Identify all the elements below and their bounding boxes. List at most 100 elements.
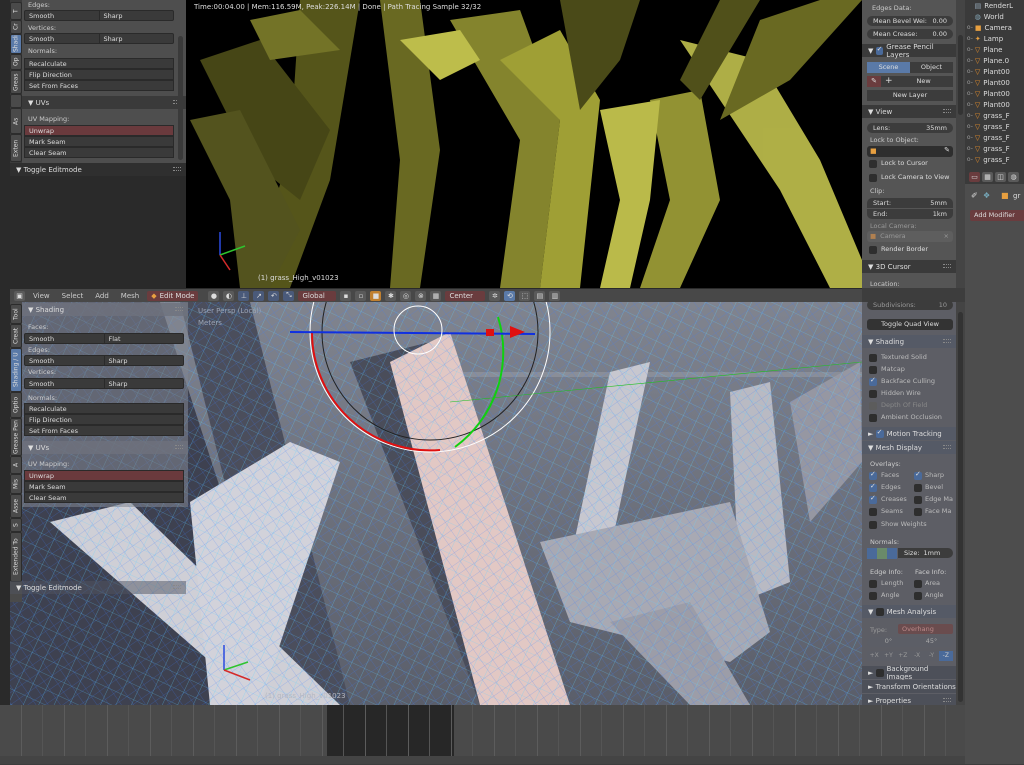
expand-toggle-icon[interactable]: o-	[965, 68, 973, 75]
axis-nz-button[interactable]: -Z	[938, 651, 953, 661]
outliner-item[interactable]: o- ▽ Plant00	[965, 77, 1010, 88]
drag-grip-icon[interactable]	[175, 445, 183, 449]
viewport-shading-icon[interactable]: ●	[208, 290, 220, 301]
mesh-display-header[interactable]: ▼ Mesh Display	[862, 441, 956, 454]
outliner-item[interactable]: o- ▽ grass_F	[965, 143, 1010, 154]
expand-toggle-icon[interactable]: o-	[965, 134, 973, 141]
tab-shading[interactable]: Shadi	[10, 34, 22, 54]
set-from-faces-button[interactable]: Set From Faces	[24, 80, 174, 91]
expand-toggle-icon[interactable]	[965, 13, 973, 20]
outliner-item[interactable]: o- ▽ Plant00	[965, 88, 1010, 99]
outliner-item[interactable]: o- ▽ grass_F	[965, 132, 1010, 143]
mean-crease-field[interactable]: Mean Crease: 0.00	[867, 29, 953, 39]
world-tab-icon[interactable]: ◍	[1008, 172, 1019, 182]
unwrap-button[interactable]: Unwrap	[24, 125, 174, 136]
editor-type-icon[interactable]: ▭	[969, 172, 980, 182]
edge-length-checkbox[interactable]	[869, 580, 877, 588]
tab-create[interactable]: Creat	[10, 324, 22, 348]
tab-blank[interactable]	[10, 94, 22, 108]
faces-flat-button[interactable]: Flat	[105, 334, 184, 343]
outliner-item[interactable]: ▤ RenderL	[965, 0, 1013, 11]
recalculate-button[interactable]: Recalculate	[24, 58, 174, 69]
outliner-item[interactable]: o- ▽ grass_F	[965, 154, 1010, 165]
outliner-item[interactable]: o- ▽ grass_F	[965, 110, 1010, 121]
overlay-bevel-checkbox[interactable]	[914, 484, 922, 492]
shading-panel-header[interactable]: ▼ Shading	[22, 303, 188, 316]
vertex-select-icon[interactable]: ▪	[340, 290, 352, 301]
tab-options[interactable]: Op	[10, 54, 22, 70]
outliner-item[interactable]: o- ▽ grass_F	[965, 121, 1010, 132]
hidden-wire-checkbox[interactable]	[869, 390, 877, 398]
vertices-sharp-button[interactable]: Sharp	[100, 34, 174, 43]
clear-icon[interactable]: ×	[944, 231, 949, 242]
face-normals-icon[interactable]	[887, 548, 897, 559]
tab-assets[interactable]: As	[10, 108, 22, 134]
vertices-smooth-button[interactable]: Smooth	[25, 34, 100, 43]
outliner-item[interactable]: ◍ World	[965, 11, 1004, 22]
rotate-icon[interactable]: ↶	[268, 290, 280, 301]
matcap-checkbox[interactable]	[869, 366, 877, 374]
bottom-panel-scrollbar[interactable]	[958, 312, 963, 702]
toggle-editmode-header[interactable]: ▼ Toggle Editmode	[10, 163, 186, 176]
scale-icon[interactable]: ⤡	[283, 290, 295, 301]
tab-shading-uv[interactable]: Shading / U	[10, 348, 22, 392]
flip-direction-button[interactable]: Flip Direction	[24, 414, 184, 425]
grease-pencil-layers-header[interactable]: ▼ Grease Pencil Layers	[862, 43, 956, 59]
shading-panel-header[interactable]: ▼ Shading	[862, 335, 956, 348]
panel-scrollbar[interactable]	[178, 36, 183, 160]
menu-select[interactable]: Select	[58, 292, 88, 300]
opengl-animation-icon[interactable]: ▥	[549, 290, 561, 301]
tab-s[interactable]: S	[10, 518, 22, 532]
tab-grease-pencil[interactable]: Greas	[10, 70, 22, 94]
vertices-smooth-button[interactable]: Smooth	[25, 379, 105, 388]
toggle-editmode-header[interactable]: ▼ Toggle Editmode	[10, 581, 186, 594]
tab-tool[interactable]: Tool	[10, 304, 22, 324]
axis-px-button[interactable]: +X	[867, 651, 882, 661]
expand-toggle-icon[interactable]: o-	[965, 90, 973, 97]
overlay-edge-marks-checkbox[interactable]	[914, 496, 922, 504]
motion-tracking-checkbox[interactable]	[875, 428, 884, 438]
face-area-checkbox[interactable]	[914, 580, 922, 588]
timeline-scrollbar[interactable]	[0, 756, 965, 764]
mode-selector[interactable]: ◆ Edit Mode	[147, 290, 199, 301]
overlay-edges-checkbox[interactable]	[869, 482, 877, 492]
vertex-normals-icon[interactable]	[867, 548, 877, 559]
add-modifier-button[interactable]: Add Modifier	[970, 210, 1024, 221]
snap-toggle-icon[interactable]: ⊗	[415, 290, 427, 301]
drag-grip-icon[interactable]	[173, 585, 181, 589]
gp-scene-tab[interactable]: Scene	[867, 62, 910, 73]
lock-to-cursor-checkbox[interactable]	[869, 160, 877, 168]
lock-object-field[interactable]: ■ ✎	[867, 146, 953, 157]
outliner-item[interactable]: o- ▽ Plant00	[965, 99, 1010, 110]
drag-grip-icon[interactable]	[173, 167, 181, 171]
tab-assets[interactable]: Asse	[10, 494, 22, 518]
local-camera-field[interactable]: ■ Camera ×	[867, 231, 953, 242]
expand-toggle-icon[interactable]: o-	[965, 46, 973, 53]
limit-selection-icon[interactable]: ✱	[385, 290, 397, 301]
unwrap-button[interactable]: Unwrap	[24, 470, 184, 481]
edges-sharp-button[interactable]: Sharp	[100, 11, 174, 20]
background-images-checkbox[interactable]	[875, 668, 884, 677]
expand-toggle-icon[interactable]: o-	[965, 156, 973, 163]
menu-mesh[interactable]: Mesh	[117, 292, 143, 300]
overlay-creases-checkbox[interactable]	[869, 494, 877, 504]
clip-end-field[interactable]: End: 1km	[867, 209, 953, 219]
face-angle-checkbox[interactable]	[914, 592, 922, 600]
gp-new-button[interactable]: + New	[881, 76, 953, 87]
analysis-type-selector[interactable]: Overhang	[898, 624, 953, 634]
expand-toggle-icon[interactable]: o-	[965, 24, 973, 31]
timeline[interactable]: 1005101010151020102510301035104010451050…	[0, 705, 965, 765]
show-weights-checkbox[interactable]	[869, 521, 877, 529]
expand-toggle-icon[interactable]: o-	[965, 57, 973, 64]
motion-tracking-header[interactable]: ► Motion Tracking	[862, 427, 956, 440]
edges-smooth-button[interactable]: Smooth	[25, 11, 100, 20]
depth-of-field-checkbox[interactable]	[869, 402, 877, 410]
clear-seam-button[interactable]: Clear Seam	[24, 492, 184, 503]
eyedropper-icon[interactable]: ✎	[944, 146, 950, 154]
proportional-edit-icon[interactable]: ◎	[400, 290, 412, 301]
axis-ny-button[interactable]: -Y	[924, 651, 939, 661]
split-normals-icon[interactable]	[877, 548, 887, 559]
snap-target-icon[interactable]: ✲	[489, 290, 501, 301]
face-select-icon[interactable]: ■	[370, 290, 382, 301]
3d-cursor-panel-header[interactable]: ▼ 3D Cursor	[862, 260, 956, 273]
